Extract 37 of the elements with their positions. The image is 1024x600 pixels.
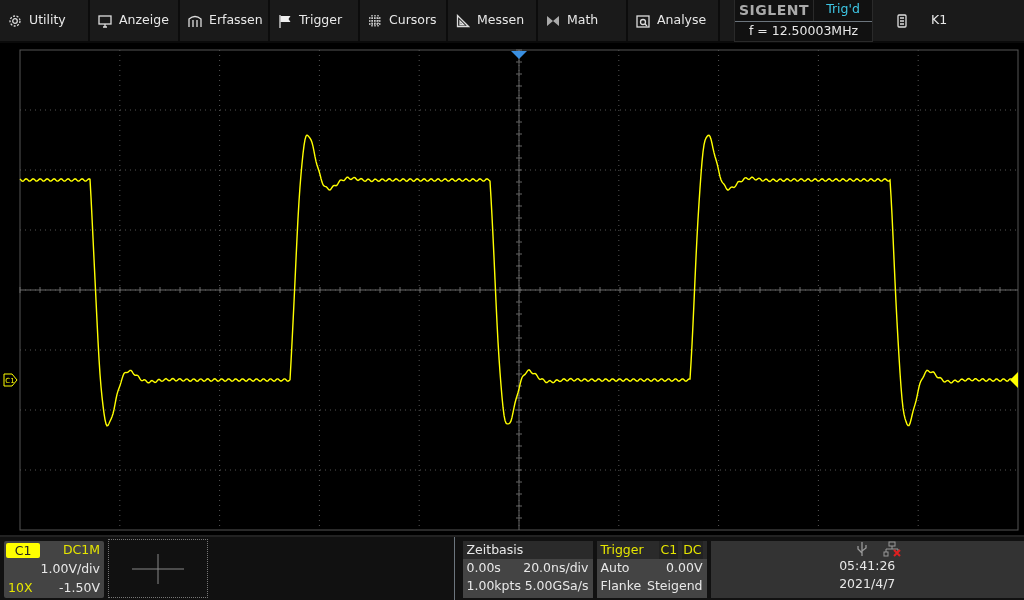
crosshair-icon: [132, 553, 184, 584]
time-scale: 20.0ns/div: [523, 559, 589, 577]
vertical-scale: 1.00V/div: [39, 560, 101, 578]
sample-rate: 5.00GSa/s: [524, 577, 589, 595]
coupling-tag: DC: [682, 541, 703, 559]
trigger-status: Trig'd: [813, 0, 872, 22]
math-icon: [546, 13, 560, 28]
flag-icon: [278, 13, 292, 28]
grid-icon: [368, 13, 382, 28]
magnifier-icon: [636, 13, 650, 28]
trigger-mode: Auto: [600, 559, 630, 577]
delay-value: 0.00s: [466, 559, 501, 577]
channel-label: C1: [6, 543, 40, 558]
gear-icon: [8, 13, 22, 28]
clipboard-icon: [897, 13, 907, 28]
trigger-level-marker: [1010, 372, 1018, 388]
monitor-icon: [98, 13, 112, 28]
memory-depth: 1.00kpts: [466, 577, 521, 595]
trigger-level: 0.00V: [666, 559, 703, 577]
clock-time: 05:41:26: [839, 557, 896, 575]
coupling-label: DC1M: [62, 541, 101, 560]
probe-label: 10X: [8, 578, 33, 597]
offset-value: -1.50V: [59, 578, 100, 597]
source-tag: C1: [659, 541, 679, 559]
brand-logo: SIGLENT: [738, 1, 811, 21]
frequency-readout: f = 12.50003MHz: [735, 21, 872, 41]
usb-icon: [857, 541, 868, 557]
arch-icon: [188, 13, 202, 28]
panel-title: Zeitbasis: [462, 541, 593, 559]
ruler-icon: [456, 13, 470, 28]
trigger-slope: Steigend: [647, 577, 703, 595]
clock-date: 2021/4/7: [839, 575, 896, 593]
trigger-type: Flanke: [600, 577, 642, 595]
trigger-position-marker: [511, 51, 527, 59]
network-disconnected-icon: [883, 541, 902, 557]
slot-label: K1: [931, 11, 948, 30]
panel-title: Trigger: [600, 541, 644, 559]
